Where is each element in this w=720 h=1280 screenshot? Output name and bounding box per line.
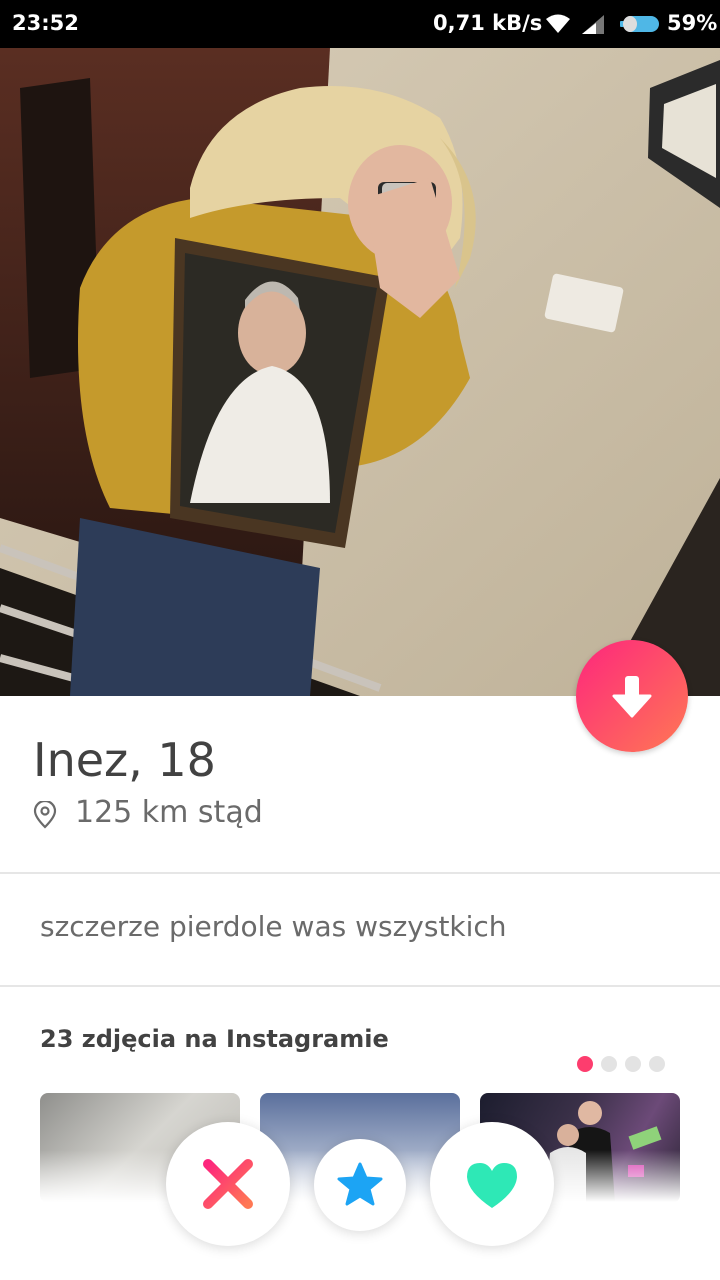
star-icon <box>337 1162 383 1206</box>
status-time: 23:52 <box>12 11 79 35</box>
divider <box>0 985 720 987</box>
wifi-icon <box>546 14 570 33</box>
page-dot-active <box>577 1056 593 1072</box>
network-speed: 0,71 kB/s <box>433 11 543 35</box>
battery-level: 59% <box>667 11 718 35</box>
like-button[interactable] <box>430 1122 554 1246</box>
profile-photo-image <box>0 48 720 696</box>
divider <box>0 872 720 874</box>
heart-icon <box>467 1163 517 1208</box>
profile-photo[interactable] <box>0 48 720 696</box>
collapse-profile-button[interactable] <box>576 640 688 752</box>
location-pin-icon <box>33 801 57 829</box>
instagram-section-title: 23 zdjęcia na Instagramie <box>40 1025 389 1053</box>
distance-text: 125 km stąd <box>75 795 263 830</box>
battery-icon <box>620 16 659 32</box>
page-dot <box>625 1056 641 1072</box>
arrow-down-icon <box>612 676 652 718</box>
super-like-button[interactable] <box>314 1139 406 1231</box>
profile-name-age: Inez, 18 <box>33 733 216 787</box>
page-dot <box>649 1056 665 1072</box>
status-bar: 23:52 0,71 kB/s 59% <box>0 0 720 48</box>
dislike-button[interactable] <box>166 1122 290 1246</box>
page-dot <box>601 1056 617 1072</box>
signal-icon <box>582 15 604 34</box>
profile-bio: szczerze pierdole was wszystkich <box>40 910 507 943</box>
x-icon <box>203 1159 253 1209</box>
